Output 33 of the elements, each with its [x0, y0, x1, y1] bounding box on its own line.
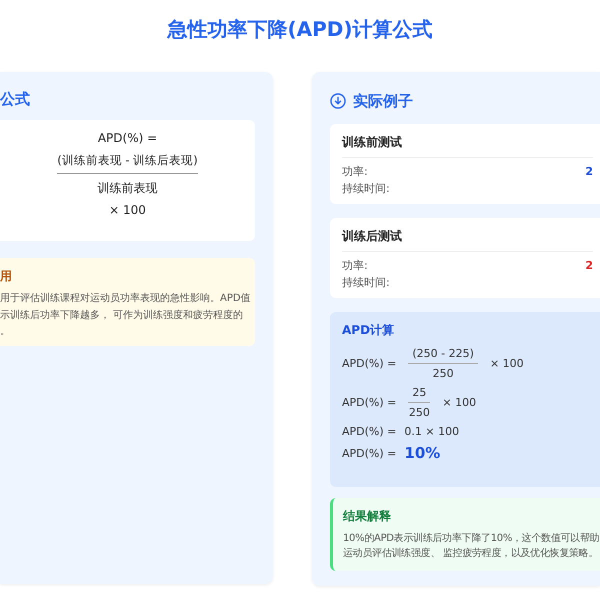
interpretation-text: 10%的APD表示训练后功率下降了10%，这个数值可以帮助 运动员评估训练强度、 监控疲劳程度，以及优化恢复策略。 — [343, 532, 600, 561]
fraction-denominator: 250 — [408, 405, 430, 419]
interpretation-title: 结果解释 — [343, 508, 392, 525]
arrow-down-circle-icon — [330, 93, 346, 109]
note-title: 用 — [0, 268, 13, 285]
equation-lhs: APD(%) = — [342, 425, 396, 438]
metric-label: 持续时间: — [342, 275, 390, 291]
equation-lhs: APD(%) = — [342, 357, 396, 370]
result-value: 10% — [404, 444, 440, 462]
equation-lhs: APD(%) = — [342, 446, 396, 460]
metric-label: 持续时间: — [342, 181, 390, 197]
metric-value: 2 — [585, 164, 593, 180]
calculation-title: APD计算 — [342, 322, 396, 339]
formula-denominator: 训练前表现 — [98, 180, 158, 196]
multiplier-text: × 100 — [442, 396, 476, 409]
formula-numerator: (训练前表现 - 训练后表现) — [57, 152, 198, 174]
formula-text: APD(%) = — [98, 130, 158, 146]
fraction-numerator: (250 - 225) — [408, 347, 478, 364]
multiplier-text: × 100 — [490, 357, 524, 370]
fraction-denominator: 250 — [432, 366, 454, 380]
metric-value: 2 — [585, 258, 593, 274]
note-text: 用于评估训练课程对运动员功率表现的急性影响。APD值 示训练后功率下降越多， 可作为训练强度和疲劳程度的 。 — [0, 292, 252, 339]
test-title: 训练前测试 — [342, 134, 593, 158]
equation-value: 0.1 × 100 — [404, 425, 460, 438]
equation-lhs: APD(%) = — [342, 396, 396, 409]
panel-heading: 实际例子 — [353, 92, 413, 110]
metric-label: 功率: — [342, 258, 368, 274]
page-title: 急性功率下降(APD)计算公式 — [166, 16, 434, 43]
metric-label: 功率: — [342, 164, 368, 180]
formula-multiplier: × 100 — [109, 202, 146, 218]
fraction-numerator: 25 — [408, 386, 430, 403]
panel-heading: 公式 — [0, 90, 31, 110]
test-title: 训练后测试 — [342, 228, 593, 252]
